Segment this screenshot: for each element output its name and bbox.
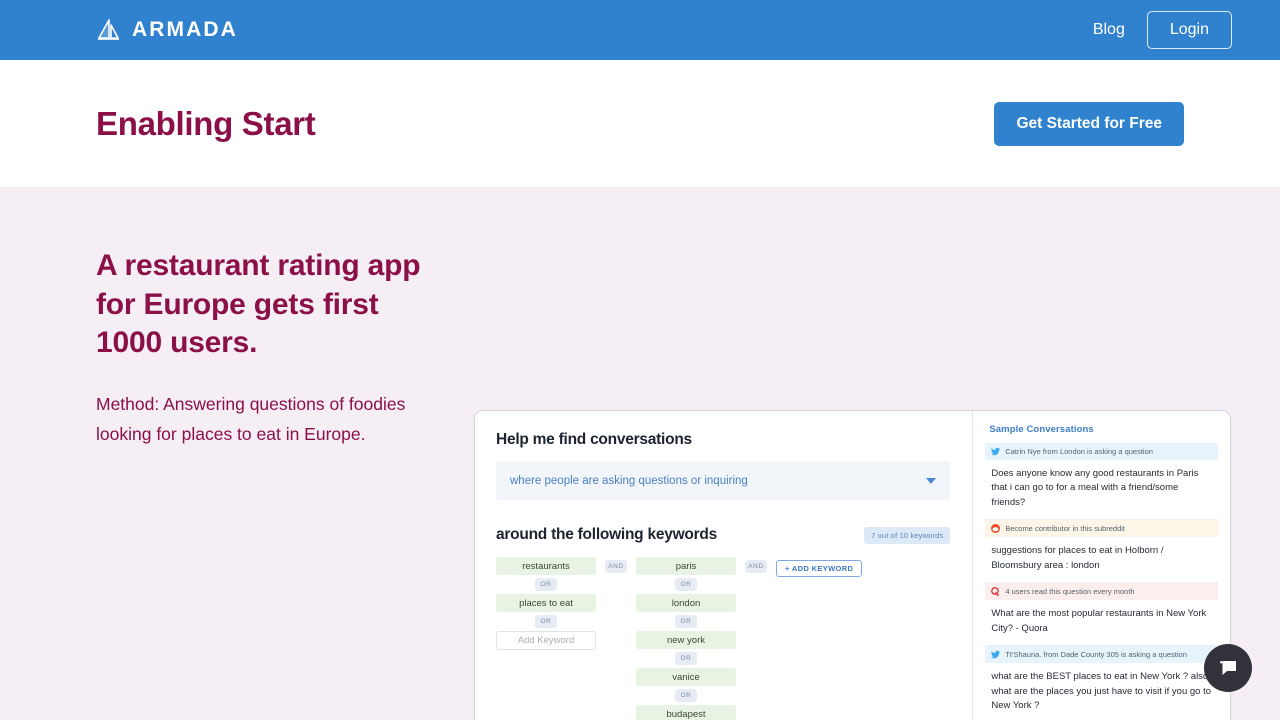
or-operator: OR: [675, 652, 697, 665]
page-title: Enabling Start: [96, 104, 316, 142]
keyword-chip[interactable]: budapest: [636, 705, 736, 720]
brand-name: ARMADA: [132, 18, 238, 41]
and-operator: AND: [605, 560, 627, 573]
or-operator: OR: [675, 615, 697, 628]
chevron-down-icon: [926, 477, 937, 484]
quora-icon: [991, 587, 1000, 597]
add-keyword-input[interactable]: Add Keyword: [496, 631, 596, 650]
keyword-chip[interactable]: places to eat: [496, 594, 596, 612]
keywords-header: around the following keywords 7 out of 1…: [496, 526, 951, 544]
or-operator: OR: [675, 689, 697, 702]
keyword-chip[interactable]: london: [636, 594, 736, 612]
twitter-bird-icon: [991, 650, 1001, 659]
keyword-chip[interactable]: vanice: [636, 668, 736, 686]
keyword-groups: restaurants OR places to eat OR Add Keyw…: [496, 557, 950, 720]
conversation-text: Does anyone know any good restaurants in…: [991, 468, 1199, 508]
or-operator: OR: [675, 578, 697, 591]
sample-conversations-title: Sample Conversations: [989, 424, 1094, 435]
keyword-chip[interactable]: restaurants: [496, 557, 596, 575]
keywords-title: around the following keywords: [496, 526, 717, 543]
conversation-meta: 4 users read this question every month: [985, 583, 1218, 601]
conversation-meta: Catrin Nye from London is asking a quest…: [985, 443, 1218, 460]
sailboat-icon: [98, 19, 119, 40]
find-conversations-title: Help me find conversations: [496, 431, 692, 448]
app-preview-card: Help me find conversations where people …: [474, 410, 1231, 720]
conversation-meta: Become contributor in this subreddit: [985, 520, 1218, 538]
conversation-type-select[interactable]: where people are asking questions or inq…: [496, 461, 951, 500]
add-keyword-group-button[interactable]: + ADD KEYWORD: [776, 560, 863, 577]
conversation-item[interactable]: Tt'Shauna. from Dade County 305 is askin…: [985, 646, 1218, 720]
conversation-meta-text: 4 users read this question every month: [1005, 587, 1135, 597]
chat-widget-button[interactable]: [1204, 644, 1252, 692]
page-subheader: Enabling Start Get Started for Free: [0, 60, 1280, 187]
nav-link-blog[interactable]: Blog: [1093, 21, 1125, 39]
conversation-meta-text: Tt'Shauna. from Dade County 305 is askin…: [1005, 650, 1187, 660]
nav-actions: Blog Login: [1093, 11, 1232, 49]
conversation-item[interactable]: 4 users read this question every month W…: [985, 583, 1218, 647]
brand-logo[interactable]: ARMADA: [96, 17, 238, 43]
conversation-text: What are the most popular restaurants in…: [991, 608, 1207, 634]
conversation-item[interactable]: Become contributor in this subreddit sug…: [985, 520, 1218, 584]
sample-conversations-panel: Sample Conversations Catrin Nye from Lon…: [972, 411, 1230, 720]
hero-text-column: A restaurant rating app for Europe gets …: [0, 187, 430, 720]
keyword-chip[interactable]: paris: [636, 557, 736, 575]
twitter-bird-icon: [991, 447, 1001, 456]
and-operator: AND: [745, 560, 767, 573]
hero-section: A restaurant rating app for Europe gets …: [0, 187, 1280, 720]
login-button[interactable]: Login: [1146, 11, 1232, 49]
chat-bubble-icon: [1220, 660, 1236, 675]
keyword-group-1: restaurants OR places to eat OR Add Keyw…: [496, 557, 596, 650]
or-operator: OR: [535, 615, 557, 628]
keyword-chip[interactable]: new york: [636, 631, 736, 649]
conversation-text: suggestions for places to eat in Holborn…: [991, 545, 1164, 571]
conversation-meta-text: Catrin Nye from London is asking a quest…: [1005, 447, 1153, 456]
keyword-group-2: paris OR london OR new york OR vanice OR…: [636, 557, 736, 720]
smartfeed-builder-panel: Help me find conversations where people …: [475, 411, 972, 720]
conversation-meta-text: Become contributor in this subreddit: [1005, 524, 1125, 534]
hero-headline: A restaurant rating app for Europe gets …: [96, 249, 421, 360]
reddit-icon: [991, 524, 1001, 534]
conversation-meta: Tt'Shauna. from Dade County 305 is askin…: [985, 646, 1218, 664]
hero-subtext: Method: Answering questions of foodies l…: [96, 394, 406, 445]
conversation-item[interactable]: Catrin Nye from London is asking a quest…: [985, 443, 1218, 521]
get-started-button[interactable]: Get Started for Free: [994, 101, 1184, 146]
keywords-count-badge: 7 out of 10 keywords: [864, 526, 951, 544]
or-operator: OR: [535, 578, 557, 591]
top-navigation-bar: ARMADA Blog Login: [0, 0, 1280, 60]
conversation-text: what are the BEST places to eat in New Y…: [991, 671, 1212, 711]
conversation-type-value: where people are asking questions or inq…: [510, 474, 748, 487]
